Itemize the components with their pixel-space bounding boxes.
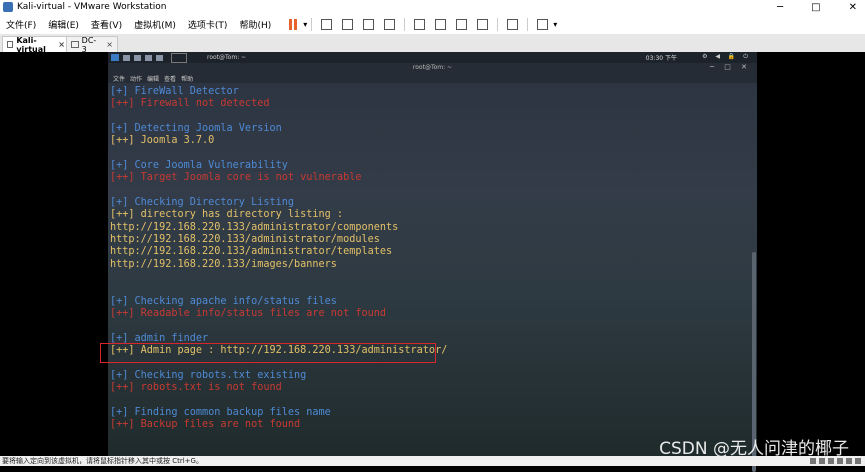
- vmware-icon: [3, 2, 13, 12]
- maximize-button[interactable]: □: [811, 2, 820, 13]
- terminal-line: [+] FireWall Detector: [110, 86, 239, 97]
- snapshot-manager-icon[interactable]: [384, 18, 396, 30]
- toolbar-separator: [311, 17, 313, 31]
- thumbnail-icon[interactable]: [435, 18, 447, 30]
- tab-kali-virtual[interactable]: Kali-virtual ×: [2, 35, 70, 54]
- menu-tabs[interactable]: 选项卡(T): [188, 18, 228, 31]
- terminal-menu-action[interactable]: 动作: [130, 74, 142, 83]
- terminal-menu-help[interactable]: 帮助: [181, 74, 193, 83]
- kali-desktop[interactable]: root@Tom: ~ 03:30 下午 ⚙ ◀ 🔒 ⏻ root@Tom: ~…: [108, 52, 757, 456]
- terminal-line: http://192.168.220.133/administrator/mod…: [110, 234, 380, 246]
- send-ctrl-alt-del-icon[interactable]: [321, 18, 333, 30]
- terminal-window-controls[interactable]: ─ □ ✕: [710, 63, 751, 71]
- menu-file[interactable]: 文件(F): [6, 18, 36, 31]
- vm-icon: [7, 41, 14, 48]
- terminal-line: [+] Core Joomla Vulnerability: [110, 160, 288, 172]
- unity-icon[interactable]: [477, 18, 489, 30]
- sound-icon[interactable]: [846, 458, 852, 464]
- kali-clock: 03:30 下午: [645, 55, 677, 62]
- close-button[interactable]: ✕: [849, 2, 857, 13]
- hdd-icon[interactable]: [810, 458, 816, 464]
- menu-view[interactable]: 查看(V): [91, 18, 122, 31]
- kali-menu-icon[interactable]: [111, 54, 119, 61]
- console-view-icon[interactable]: [507, 18, 519, 30]
- terminal-line: [++] Target Joomla core is not vulnerabl…: [110, 172, 362, 184]
- full-screen-icon[interactable]: [456, 18, 468, 30]
- stretch-guest-icon[interactable]: [537, 18, 549, 30]
- display-icon[interactable]: [855, 458, 861, 464]
- stretch-dropdown-icon[interactable]: ▾: [553, 20, 557, 29]
- usb-icon[interactable]: [837, 458, 843, 464]
- menu-edit[interactable]: 编辑(E): [48, 18, 79, 31]
- toolbar-separator: [527, 17, 529, 31]
- toolbar-separator: [404, 17, 406, 31]
- title-bar: Kali-virtual - VMware Workstation ─ □ ✕: [0, 0, 865, 14]
- terminal-line: [+] Checking apache info/status files: [110, 295, 337, 307]
- terminal-launcher-icon[interactable]: [134, 54, 141, 61]
- menu-bar: 文件(F) 编辑(E) 查看(V) 虚拟机(M) 选项卡(T) 帮助(H) ▾ …: [0, 14, 865, 34]
- terminal-line: http://192.168.220.133/images/banners: [110, 258, 337, 270]
- highlight-box: [100, 343, 436, 363]
- terminal-line: [++] directory has directory listing :: [110, 209, 344, 221]
- terminal-line: [++] robots.txt is not found: [110, 382, 282, 394]
- toolbar-separator: [497, 17, 499, 31]
- terminal-line: [++] Backup files are not found: [110, 419, 301, 431]
- kali-tray[interactable]: ⚙ ◀ 🔒 ⏻: [702, 53, 751, 61]
- terminal-line: [+] Checking robots.txt existing: [110, 369, 307, 381]
- terminal-menu-edit[interactable]: 编辑: [147, 74, 159, 83]
- vm-display[interactable]: root@Tom: ~ 03:30 下午 ⚙ ◀ 🔒 ⏻ root@Tom: ~…: [0, 52, 865, 472]
- terminal-line: [+] Finding common backup files name: [110, 406, 331, 418]
- terminal-line: http://192.168.220.133/administrator/com…: [110, 221, 399, 233]
- pause-icon[interactable]: [289, 18, 299, 30]
- tab-bar: Kali-virtual × DC-3 ×: [0, 34, 865, 54]
- browser-icon[interactable]: [145, 54, 152, 61]
- menu-vm[interactable]: 虚拟机(M): [134, 18, 176, 31]
- status-bar: 要将输入定向到该虚拟机，请将鼠标指针移入其中或按 Ctrl+G。: [0, 456, 865, 466]
- device-icons: [810, 458, 861, 464]
- terminal-line: [++] Readable info/status files are not …: [110, 308, 387, 320]
- terminal-line: http://192.168.220.133/administrator/tem…: [110, 246, 393, 258]
- menu-help[interactable]: 帮助(H): [239, 18, 271, 31]
- minimize-button[interactable]: ─: [777, 2, 783, 13]
- window-title: Kali-virtual - VMware Workstation: [17, 2, 167, 12]
- toolbar: ▾ ▾: [285, 17, 557, 31]
- files-icon[interactable]: [123, 54, 130, 61]
- tab-label: Kali-virtual: [16, 35, 46, 54]
- tab-label: DC-3: [81, 35, 97, 54]
- revert-snapshot-icon[interactable]: [363, 18, 375, 30]
- window-controls: ─ □ ✕: [777, 0, 857, 14]
- terminal-menu-view[interactable]: 查看: [164, 74, 176, 83]
- settings-icon[interactable]: [156, 54, 163, 61]
- taskbar-terminal-item[interactable]: root@Tom: ~: [207, 54, 246, 61]
- terminal-line: [+] Checking Directory Listing: [110, 197, 295, 209]
- terminal-line: [+] Detecting Joomla Version: [110, 123, 282, 135]
- terminal-output[interactable]: [+] FireWall Detector [++] Firewall not d…: [110, 86, 750, 432]
- library-icon[interactable]: [414, 18, 426, 30]
- network-icon[interactable]: [828, 458, 834, 464]
- close-tab-icon[interactable]: ×: [106, 40, 113, 49]
- status-text: 要将输入定向到该虚拟机，请将鼠标指针移入其中或按 Ctrl+G。: [2, 457, 203, 465]
- terminal-titlebar: root@Tom: ~ ─ □ ✕: [108, 63, 757, 73]
- pause-dropdown-icon[interactable]: ▾: [303, 20, 307, 29]
- terminal-title: root@Tom: ~: [412, 64, 453, 71]
- vm-icon: [71, 41, 79, 48]
- kali-top-panel: root@Tom: ~ 03:30 下午 ⚙ ◀ 🔒 ⏻: [108, 52, 757, 63]
- workspace-icon[interactable]: [171, 52, 187, 63]
- snapshot-icon[interactable]: [342, 18, 354, 30]
- terminal-menu: 文件 动作 编辑 查看 帮助: [108, 73, 757, 83]
- close-tab-icon[interactable]: ×: [58, 40, 65, 49]
- cd-icon[interactable]: [819, 458, 825, 464]
- terminal-line: [++] Joomla 3.7.0: [110, 135, 215, 147]
- terminal-line: [++] Firewall not detected: [110, 98, 270, 110]
- terminal-menu-file[interactable]: 文件: [113, 74, 125, 83]
- tab-dc-3[interactable]: DC-3 ×: [66, 35, 118, 54]
